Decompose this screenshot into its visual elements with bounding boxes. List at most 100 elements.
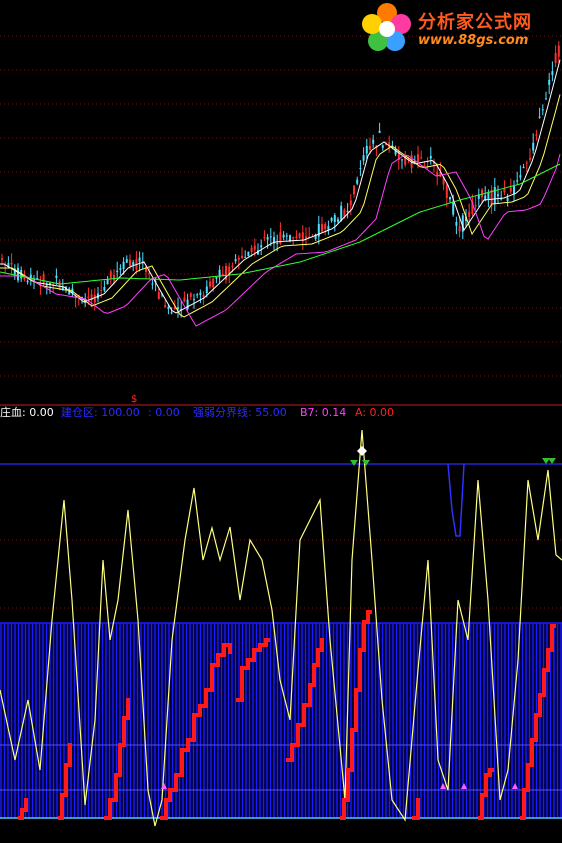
flower-logo-icon (362, 3, 411, 51)
candle-body (468, 211, 471, 217)
candle-body (212, 278, 215, 288)
candle-body (449, 196, 451, 200)
candle-body (337, 219, 339, 222)
candle-body (193, 299, 195, 301)
candle-body (455, 222, 458, 226)
candle-body (346, 210, 349, 212)
legend-label: B7 (300, 406, 315, 419)
candle-body (551, 71, 554, 76)
candle-body (333, 215, 336, 223)
legend-item-unnamed: : 0.00 (148, 406, 180, 419)
candle-body (292, 237, 295, 239)
candle-body (487, 192, 490, 199)
candle-body (519, 175, 522, 178)
candle-body (324, 224, 327, 230)
candle-body (189, 293, 192, 297)
candle-body (167, 306, 170, 310)
candle-body (186, 299, 189, 310)
candle-body (55, 275, 58, 278)
candle-body (151, 283, 154, 285)
candle-body (484, 195, 487, 200)
candle-body (282, 234, 285, 238)
candle-body (205, 286, 208, 294)
candle-body (554, 53, 557, 63)
candle-body (17, 267, 19, 281)
candle-body (100, 289, 103, 291)
candle-body (122, 261, 125, 270)
candle-body (353, 185, 355, 195)
candle-body (356, 179, 359, 184)
candle-body (215, 276, 218, 279)
candle-body (285, 235, 288, 237)
candle-body (103, 287, 106, 291)
candle-body (119, 268, 122, 270)
candle-body (49, 282, 51, 284)
candle-body (452, 201, 455, 215)
logo-url: www.88gs.com (418, 33, 529, 48)
candle-body (545, 98, 547, 100)
candle-body (381, 145, 384, 148)
candle-body (177, 307, 179, 309)
candle-body (231, 265, 234, 267)
candle-body (529, 157, 531, 160)
legend-label: 庄血 (0, 406, 22, 419)
candle-body (423, 165, 426, 167)
legend-item-jiancangqu: 建仓区: 100.00 (61, 406, 140, 419)
candle-body (525, 162, 528, 164)
candle-body (541, 109, 544, 111)
candle-body (164, 305, 167, 308)
candle-body (26, 280, 29, 283)
candle-body (327, 226, 330, 230)
candle-body (132, 262, 135, 265)
candle-body (516, 180, 519, 182)
candle-body (429, 156, 432, 159)
candle-body (109, 271, 112, 279)
candle-body (113, 275, 115, 281)
legend-item-zhuangxue: 庄血: 0.00 (0, 406, 54, 419)
candle-body (87, 296, 90, 298)
down-arrow-marker (350, 460, 358, 466)
blue-dip-line (447, 463, 465, 537)
candle-body (295, 236, 298, 239)
candle-body (199, 292, 202, 295)
candle-body (522, 167, 525, 169)
candle-body (378, 130, 381, 133)
candle-body (349, 200, 352, 206)
candle-body (237, 257, 240, 260)
candle-body (244, 256, 247, 258)
legend-value: 0.00 (155, 406, 180, 419)
candle-body (493, 187, 496, 204)
candle-body (532, 142, 535, 151)
logo-name: 分析家公式网 (418, 12, 532, 33)
candle-body (269, 236, 272, 238)
candle-body (196, 294, 199, 296)
candle-body (321, 224, 323, 232)
candle-body (330, 218, 333, 221)
candle-body (106, 279, 109, 285)
candle-body (506, 197, 509, 202)
candle-body (170, 312, 173, 314)
candle-body (474, 204, 477, 206)
legend-value: 0.14 (321, 406, 347, 419)
candle-body (401, 159, 403, 161)
candle-body (129, 259, 131, 267)
candle-body (209, 281, 211, 287)
legend-value: 100.00 (101, 406, 140, 419)
candle-body (369, 145, 371, 150)
legend-value: 55.00 (255, 406, 287, 419)
site-logo: 分析家公式网 www.88gs.com (360, 2, 560, 54)
candle-body (93, 294, 96, 303)
candle-body (276, 242, 279, 244)
candle-body (42, 274, 45, 284)
candle-body (535, 134, 538, 136)
candle-body (250, 247, 253, 253)
legend-item-qiangruo: 强弱分界线: 55.00 (193, 406, 287, 419)
candle-body (458, 226, 461, 232)
candle-body (372, 139, 375, 144)
legend-value: 0.00 (369, 406, 395, 419)
candle-body (289, 235, 291, 241)
candle-body (497, 194, 499, 197)
candle-body (263, 237, 266, 239)
candle-body (548, 79, 551, 85)
candle-body (362, 155, 365, 161)
